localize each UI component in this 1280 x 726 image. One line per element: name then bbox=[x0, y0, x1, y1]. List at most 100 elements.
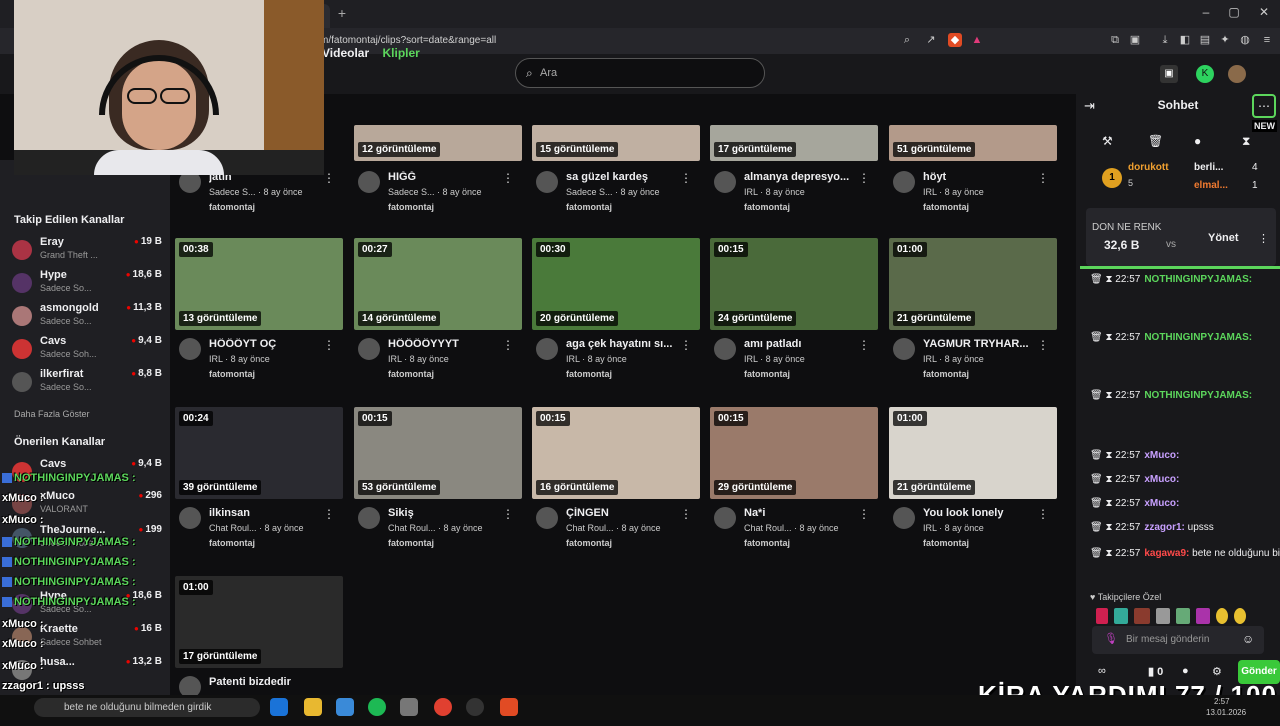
timer-icon[interactable]: ⧗ bbox=[1105, 548, 1115, 559]
emote[interactable] bbox=[1114, 608, 1128, 624]
search-box[interactable]: ⌕ Ara bbox=[515, 58, 765, 88]
more-options-icon[interactable]: ⋮ bbox=[1037, 338, 1049, 352]
emote[interactable] bbox=[1134, 608, 1150, 624]
leo-icon[interactable]: ✦ bbox=[1218, 33, 1232, 47]
folder-icon[interactable] bbox=[304, 698, 322, 716]
prediction-box[interactable]: DON NE RENK 32,6 B vs Yönet ⋮ bbox=[1086, 208, 1276, 266]
trash-icon[interactable]: 🗑 bbox=[1148, 134, 1163, 148]
message-user[interactable]: NOTHINGINPYJAMAS: bbox=[1144, 274, 1252, 285]
clip-thumbnail[interactable]: 00:38 13 görüntüleme bbox=[175, 238, 343, 330]
clip-thumbnail[interactable]: 00:15 16 görüntüleme bbox=[532, 407, 700, 499]
sidebar-item-hype[interactable]: Hype Sadece So... 18,6 B bbox=[12, 269, 162, 301]
clip-channel[interactable]: fatomontaj bbox=[566, 369, 612, 379]
trash-icon[interactable]: 🗑 bbox=[1090, 274, 1105, 285]
trash-icon[interactable]: 🗑 bbox=[1090, 390, 1105, 401]
clip-title[interactable]: ÇİNGEN bbox=[566, 507, 686, 519]
more-options-icon[interactable]: ⋮ bbox=[680, 507, 692, 521]
more-options-icon[interactable]: ⋮ bbox=[323, 171, 335, 185]
clip-title[interactable]: sa güzel kardeş bbox=[566, 171, 686, 183]
chat-options-button[interactable]: ⋯ bbox=[1252, 94, 1276, 118]
clip-channel[interactable]: fatomontaj bbox=[209, 202, 255, 212]
trash-icon[interactable]: 🗑 bbox=[1090, 522, 1105, 533]
timer-icon[interactable]: ⧗ bbox=[1105, 522, 1115, 533]
clip-channel[interactable]: fatomontaj bbox=[209, 538, 255, 548]
leader-name[interactable]: berli... bbox=[1194, 162, 1223, 173]
brave-shield-icon[interactable]: ◆ bbox=[948, 33, 962, 47]
avatar[interactable] bbox=[1228, 65, 1246, 83]
clip-channel[interactable]: fatomontaj bbox=[388, 369, 434, 379]
leader-name[interactable]: elmal... bbox=[1194, 180, 1228, 191]
extensions-icon[interactable]: ⧉ bbox=[1108, 33, 1122, 47]
vpn-icon[interactable]: ◍ bbox=[1238, 33, 1252, 47]
clip-thumbnail[interactable]: 00:27 14 görüntüleme bbox=[354, 238, 522, 330]
calculator-icon[interactable] bbox=[400, 698, 418, 716]
clip-channel[interactable]: fatomontaj bbox=[923, 202, 969, 212]
more-options-icon[interactable]: ⋮ bbox=[1037, 171, 1049, 185]
clip-title[interactable]: HIĞĞ bbox=[388, 171, 508, 183]
sidebar-item-ilkerfirat[interactable]: ilkerfirat Sadece So... 8,8 B bbox=[12, 368, 162, 400]
clip-card[interactable]: 00:15 29 görüntüleme Na*i Chat Roul... · 8 … bbox=[710, 407, 878, 557]
emote[interactable] bbox=[1196, 608, 1210, 624]
timer-icon[interactable]: ⧗ bbox=[1105, 274, 1115, 285]
kick-icon[interactable]: K bbox=[1196, 65, 1214, 83]
emote[interactable] bbox=[1234, 608, 1246, 624]
clip-channel[interactable]: fatomontaj bbox=[388, 202, 434, 212]
message-user[interactable]: NOTHINGINPYJAMAS: bbox=[1144, 390, 1252, 401]
chat-input[interactable]: 🎙 Bir mesaj gönderin ☺ bbox=[1092, 626, 1264, 654]
clip-card[interactable]: 01:00 21 görüntüleme You look lonely IRL · … bbox=[889, 407, 1057, 557]
chat-bubble-icon[interactable]: ● bbox=[1182, 665, 1189, 677]
timer-icon[interactable]: ⧗ bbox=[1105, 332, 1115, 343]
more-options-icon[interactable]: ⋮ bbox=[323, 507, 335, 521]
emoji-icon[interactable]: ☺ bbox=[1242, 632, 1254, 646]
more-options-icon[interactable]: ⋮ bbox=[323, 338, 335, 352]
trash-icon[interactable]: 🗑 bbox=[1090, 498, 1105, 509]
brave-icon[interactable] bbox=[500, 698, 518, 716]
search-input[interactable]: Ara bbox=[540, 67, 557, 79]
clip-thumbnail[interactable]: 00:15 24 görüntüleme bbox=[710, 238, 878, 330]
menu-icon[interactable]: ≡ bbox=[1260, 33, 1274, 47]
more-options-icon[interactable]: ⋮ bbox=[502, 171, 514, 185]
emote[interactable] bbox=[1096, 608, 1108, 624]
clip-channel[interactable]: fatomontaj bbox=[566, 202, 612, 212]
clip-thumbnail[interactable]: 00:24 39 görüntüleme bbox=[175, 407, 343, 499]
emote[interactable] bbox=[1156, 608, 1170, 624]
clip-title[interactable]: You look lonely bbox=[923, 507, 1043, 519]
gear-icon[interactable]: ⚙ bbox=[1212, 665, 1222, 678]
message-user[interactable]: NOTHINGINPYJAMAS: bbox=[1144, 332, 1252, 343]
pin-icon[interactable]: ⚒ bbox=[1102, 134, 1113, 148]
trash-icon[interactable]: 🗑 bbox=[1090, 474, 1105, 485]
poll-more-icon[interactable]: ⋮ bbox=[1258, 232, 1269, 245]
obs-icon[interactable] bbox=[466, 698, 484, 716]
maximize-icon[interactable]: ▢ bbox=[1224, 5, 1244, 19]
more-options-icon[interactable]: ⋮ bbox=[502, 507, 514, 521]
tab-videos[interactable]: Videolar bbox=[322, 46, 369, 60]
message-user[interactable]: xMuco: bbox=[1144, 498, 1179, 509]
sidebar-item-cavs[interactable]: Cavs Sadece Soh... 9,4 B bbox=[12, 335, 162, 367]
message-user[interactable]: zzagor1: bbox=[1144, 522, 1185, 533]
trash-icon[interactable]: 🗑 bbox=[1090, 548, 1105, 559]
spotify-icon[interactable] bbox=[368, 698, 386, 716]
message-user[interactable]: xMuco: bbox=[1144, 474, 1179, 485]
clip-title[interactable]: aga çek hayatını sı... bbox=[566, 338, 686, 350]
edge-icon[interactable] bbox=[270, 698, 288, 716]
clip-channel[interactable]: fatomontaj bbox=[566, 538, 612, 548]
clip-card[interactable]: 00:38 13 görüntüleme HÖÖÖYT OÇ IRL · 8 ay ö… bbox=[175, 238, 343, 388]
minimize-icon[interactable]: – bbox=[1196, 5, 1216, 19]
wallet-icon[interactable]: ▤ bbox=[1198, 33, 1212, 47]
clip-thumbnail[interactable]: 15 görüntüleme bbox=[532, 125, 700, 161]
more-options-icon[interactable]: ⋮ bbox=[858, 507, 870, 521]
clip-card[interactable]: 00:15 24 görüntüleme amı patladı IRL · 8 ay… bbox=[710, 238, 878, 388]
clip-card[interactable]: 01:00 21 görüntüleme YAGMUR TRYHAR... IRL ·… bbox=[889, 238, 1057, 388]
clip-card[interactable]: 00:30 20 görüntüleme aga çek hayatını sı..… bbox=[532, 238, 700, 388]
clip-thumbnail[interactable]: 01:00 17 görüntüleme bbox=[175, 576, 343, 668]
store-icon[interactable] bbox=[336, 698, 354, 716]
clip-card[interactable]: 00:24 39 görüntüleme ilkinsan Chat Roul... … bbox=[175, 407, 343, 557]
clip-thumbnail[interactable]: 01:00 21 görüntüleme bbox=[889, 407, 1057, 499]
zoom-icon[interactable]: ⌕ bbox=[900, 33, 914, 47]
timer-icon[interactable]: ⧗ bbox=[1105, 474, 1115, 485]
more-options-icon[interactable]: ⋮ bbox=[1037, 507, 1049, 521]
clip-card[interactable]: 00:15 16 görüntüleme ÇİNGEN Chat Roul... · … bbox=[532, 407, 700, 557]
clip-title[interactable]: ilkinsan bbox=[209, 507, 329, 519]
chrome-icon[interactable] bbox=[434, 698, 452, 716]
clip-title[interactable]: HÖÖÖÖYYYT bbox=[388, 338, 508, 350]
